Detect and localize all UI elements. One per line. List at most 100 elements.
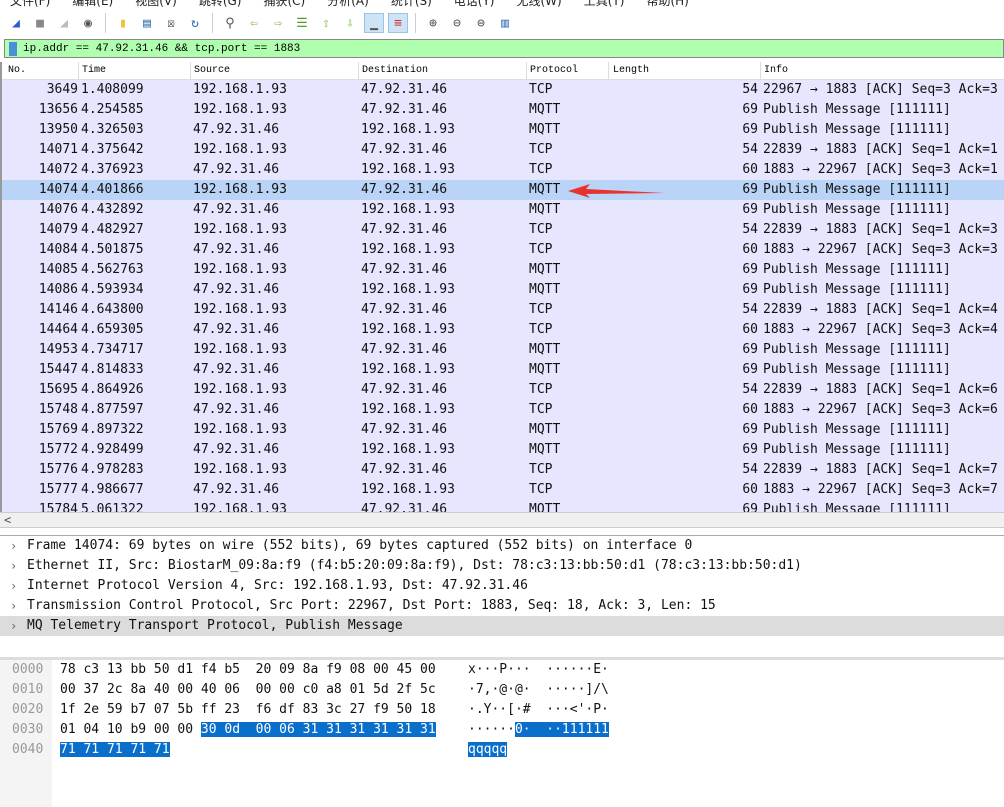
resize-columns-icon[interactable]: ▥ [495, 13, 515, 33]
save-file-icon[interactable]: ▤ [137, 13, 157, 33]
packet-protocol: MQTT [529, 422, 561, 437]
packet-row[interactable]: 15695 4.864926 192.168.1.93 47.92.31.46 TCP 5… [2, 380, 1004, 400]
detail-tree-item[interactable]: › MQ Telemetry Transport Protocol, Publis… [0, 616, 1004, 636]
start-capture-icon[interactable]: ◢ [6, 13, 26, 33]
packet-row[interactable]: 14085 4.562763 192.168.1.93 47.92.31.46 MQTT… [2, 260, 1004, 280]
hex-ascii[interactable]: qqqqq [468, 740, 508, 760]
detail-tree-item[interactable]: › Transmission Control Protocol, Src Port… [0, 596, 1004, 616]
zoom-in-icon[interactable]: ⊕ [423, 13, 443, 33]
packet-source: 47.92.31.46 [193, 362, 280, 377]
packet-length: 60 [742, 402, 758, 417]
packet-destination: 192.168.1.93 [361, 162, 455, 177]
packet-row[interactable]: 14072 4.376923 47.92.31.46 192.168.1.93 TCP 6… [2, 160, 1004, 180]
packet-destination: 47.92.31.46 [361, 182, 448, 197]
hex-bytes[interactable]: 01 04 10 b9 00 00 30 0d 00 06 31 31 31 3… [60, 720, 436, 740]
column-length[interactable]: Length [613, 65, 649, 76]
chevron-right-icon[interactable]: › [10, 576, 17, 596]
packet-row[interactable]: 15769 4.897322 192.168.1.93 47.92.31.46 MQTT… [2, 420, 1004, 440]
packet-row[interactable]: 13656 4.254585 192.168.1.93 47.92.31.46 MQTT… [2, 100, 1004, 120]
chevron-right-icon[interactable]: › [10, 616, 17, 636]
packet-time: 4.375642 [81, 142, 144, 157]
packet-list-header: No. Time Source Destination Protocol Len… [2, 62, 1004, 80]
last-packet-icon[interactable]: ⇩ [340, 13, 360, 33]
column-no[interactable]: No. [8, 65, 26, 76]
packet-row[interactable]: 14076 4.432892 47.92.31.46 192.168.1.93 MQTT… [2, 200, 1004, 220]
chevron-right-icon[interactable]: › [10, 556, 17, 576]
packet-time: 5.061322 [81, 502, 144, 512]
column-time[interactable]: Time [82, 65, 106, 76]
chevron-right-icon[interactable]: › [10, 536, 17, 556]
packet-destination: 192.168.1.93 [361, 202, 455, 217]
hex-bytes[interactable]: 00 37 2c 8a 40 00 40 06 00 00 c0 a8 01 5… [60, 680, 436, 700]
packet-row[interactable]: 15777 4.986677 47.92.31.46 192.168.1.93 TCP 6… [2, 480, 1004, 500]
go-to-packet-icon[interactable]: ☰ [292, 13, 312, 33]
packet-row[interactable]: 13950 4.326503 47.92.31.46 192.168.1.93 MQTT… [2, 120, 1004, 140]
display-filter-input[interactable]: ip.addr == 47.92.31.46 && tcp.port == 18… [4, 39, 1004, 58]
column-info[interactable]: Info [764, 65, 788, 76]
menu-item[interactable]: 捕获(C) [263, 0, 305, 8]
detail-tree-item[interactable]: › Ethernet II, Src: BiostarM_09:8a:f9 (f4… [0, 556, 1004, 576]
packet-row[interactable]: 14464 4.659305 47.92.31.46 192.168.1.93 TCP 6… [2, 320, 1004, 340]
packet-row[interactable]: 14086 4.593934 47.92.31.46 192.168.1.93 MQTT… [2, 280, 1004, 300]
column-destination[interactable]: Destination [362, 65, 428, 76]
packet-row[interactable]: 15748 4.877597 47.92.31.46 192.168.1.93 TCP 6… [2, 400, 1004, 420]
packet-time: 4.986677 [81, 482, 144, 497]
packet-row[interactable]: 15447 4.814833 47.92.31.46 192.168.1.93 MQTT… [2, 360, 1004, 380]
zoom-normal-icon[interactable]: ⊜ [471, 13, 491, 33]
hex-ascii[interactable]: ·.Y··[·# ···<'·P· [468, 700, 609, 720]
hex-bytes[interactable]: 1f 2e 59 b7 07 5b ff 23 f6 df 83 3c 27 f… [60, 700, 436, 720]
menu-item[interactable]: 电话(Y) [454, 0, 495, 8]
hex-bytes[interactable]: 78 c3 13 bb 50 d1 f4 b5 20 09 8a f9 08 0… [60, 660, 436, 680]
menu-item[interactable]: 跳转(G) [199, 0, 242, 8]
selected-packet-row[interactable]: 14074 4.401866 192.168.1.93 47.92.31.46 MQTT… [2, 180, 1004, 200]
horizontal-scrollbar[interactable]: < [0, 512, 1004, 528]
packet-time: 4.501875 [81, 242, 144, 257]
chevron-right-icon[interactable]: › [10, 596, 17, 616]
restart-capture-icon[interactable]: ◢ [54, 13, 74, 33]
find-packet-icon[interactable]: ⚲ [220, 13, 240, 33]
hex-ascii[interactable]: ·7,·@·@· ·····]/\ [468, 680, 609, 700]
column-source[interactable]: Source [194, 65, 230, 76]
packet-row[interactable]: 14146 4.643800 192.168.1.93 47.92.31.46 TCP 5… [2, 300, 1004, 320]
menu-item[interactable]: 视图(V) [135, 0, 177, 8]
packet-row[interactable]: 14079 4.482927 192.168.1.93 47.92.31.46 TCP 5… [2, 220, 1004, 240]
packet-row[interactable]: 15784 5.061322 192.168.1.93 47.92.31.46 MQTT… [2, 500, 1004, 512]
go-forward-icon[interactable]: ⇨ [268, 13, 288, 33]
column-protocol[interactable]: Protocol [530, 65, 578, 76]
packet-length: 54 [742, 302, 758, 317]
menu-item[interactable]: 编辑(E) [72, 0, 113, 8]
packet-destination: 192.168.1.93 [361, 282, 455, 297]
reload-icon[interactable]: ↻ [185, 13, 205, 33]
menu-item[interactable]: 分析(A) [327, 0, 369, 8]
menu-item[interactable]: 工具(T) [584, 0, 625, 8]
packet-info: 22839 → 1883 [ACK] Seq=1 Ack=3 [763, 222, 998, 237]
detail-tree-item[interactable]: › Frame 14074: 69 bytes on wire (552 bits… [0, 536, 1004, 556]
autoscroll-icon[interactable]: ▁ [364, 13, 384, 33]
first-packet-icon[interactable]: ⇧ [316, 13, 336, 33]
menu-item[interactable]: 无线(W) [517, 0, 562, 8]
capture-options-icon[interactable]: ◉ [78, 13, 98, 33]
menu-item[interactable]: 帮助(H) [646, 0, 688, 8]
menu-item[interactable]: 统计(S) [391, 0, 432, 8]
hex-ascii[interactable]: ······0· ··111111 [468, 720, 609, 740]
packet-row[interactable]: 14953 4.734717 192.168.1.93 47.92.31.46 MQTT… [2, 340, 1004, 360]
hex-ascii[interactable]: x···P··· ······E· [468, 660, 609, 680]
zoom-out-icon[interactable]: ⊖ [447, 13, 467, 33]
packet-protocol: TCP [529, 402, 553, 417]
open-file-icon[interactable]: ▮ [113, 13, 133, 33]
stop-capture-icon[interactable]: ■ [30, 13, 50, 33]
packet-number: 14076 [38, 202, 78, 217]
menu-item[interactable]: 文件(F) [10, 0, 50, 8]
packet-row[interactable]: 14084 4.501875 47.92.31.46 192.168.1.93 TCP 6… [2, 240, 1004, 260]
close-file-icon[interactable]: ☒ [161, 13, 181, 33]
bookmark-icon[interactable] [9, 41, 17, 56]
detail-tree-item[interactable]: › Internet Protocol Version 4, Src: 192.1… [0, 576, 1004, 596]
hex-bytes[interactable]: 71 71 71 71 71 [60, 740, 170, 760]
colorize-icon[interactable]: ≡ [388, 13, 408, 33]
packet-row[interactable]: 15772 4.928499 47.92.31.46 192.168.1.93 MQTT… [2, 440, 1004, 460]
packet-row[interactable]: 3649 1.408099 192.168.1.93 47.92.31.46 TCP 54… [2, 80, 1004, 100]
go-back-icon[interactable]: ⇦ [244, 13, 264, 33]
packet-row[interactable]: 15776 4.978283 192.168.1.93 47.92.31.46 TCP 5… [2, 460, 1004, 480]
packet-row[interactable]: 14071 4.375642 192.168.1.93 47.92.31.46 TCP 5… [2, 140, 1004, 160]
scroll-left-icon[interactable]: < [4, 513, 11, 527]
